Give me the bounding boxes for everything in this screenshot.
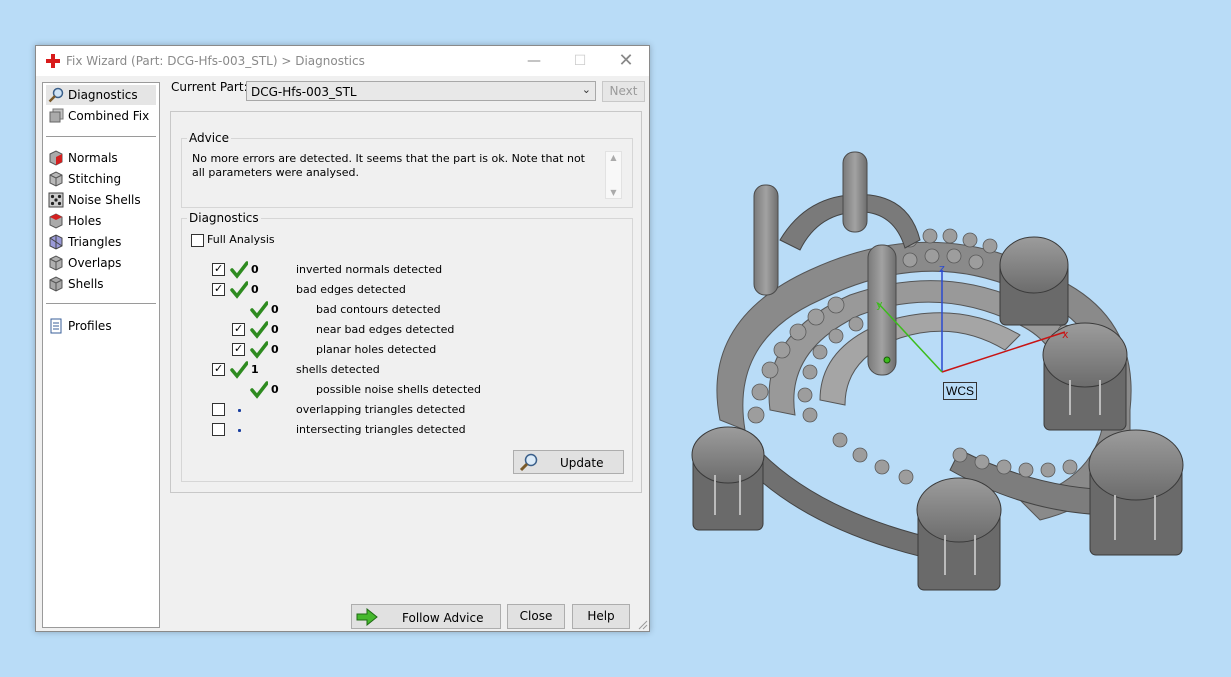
diag-label: bad edges detected — [296, 283, 406, 296]
diag-label: possible noise shells detected — [316, 383, 482, 396]
magnifier-icon — [48, 87, 64, 103]
wizard-nav: Diagnostics Combined Fix Normals Stitchi… — [42, 82, 160, 628]
diag-label: near bad edges detected — [316, 323, 455, 336]
cube-icon — [48, 255, 64, 271]
minimize-button[interactable]: — — [511, 46, 557, 76]
axis-z-label: z — [939, 262, 945, 275]
current-part-label: Current Part: — [171, 80, 248, 94]
nav-item-stitching[interactable]: Stitching — [46, 169, 156, 189]
next-button[interactable]: Next — [602, 81, 645, 102]
close-button[interactable]: Close — [507, 604, 565, 629]
document-icon — [48, 318, 64, 334]
update-label: Update — [560, 456, 604, 470]
current-part-select[interactable]: DCG-Hfs-003_STL ⌄ — [246, 81, 596, 101]
current-part-value: DCG-Hfs-003_STL — [251, 85, 357, 99]
nav-item-combined-fix[interactable]: Combined Fix — [46, 106, 156, 126]
viewport-3d[interactable]: z x y WCS — [660, 110, 1220, 600]
diag-count: 0 — [251, 263, 259, 276]
resize-grip-icon[interactable] — [638, 620, 648, 630]
maximize-button[interactable]: ☐ — [557, 46, 603, 76]
diag-count: 0 — [271, 303, 279, 316]
dice-icon — [48, 192, 64, 208]
nav-item-profiles[interactable]: Profiles — [46, 316, 156, 336]
advice-text: No more errors are detected. It seems th… — [192, 152, 585, 179]
axis-x-label: x — [1062, 328, 1069, 341]
advice-scrollbar[interactable]: ▲ ▼ — [605, 151, 622, 199]
nav-item-overlaps[interactable]: Overlaps — [46, 253, 156, 273]
green-check-icon — [230, 261, 248, 279]
cube-icon — [48, 171, 64, 187]
nav-item-triangles[interactable]: Triangles — [46, 232, 156, 252]
diag-label: inverted normals detected — [296, 263, 443, 276]
full-analysis-checkbox[interactable] — [191, 234, 204, 247]
diag-checkbox[interactable]: ✓ — [232, 322, 245, 336]
red-cross-app-icon — [46, 54, 60, 68]
nav-item-noise-shells[interactable]: Noise Shells — [46, 190, 156, 210]
diag-checkbox[interactable]: ✓ — [212, 262, 225, 276]
nav-separator — [46, 303, 156, 304]
pending-dot-icon — [238, 409, 241, 412]
nav-item-shells[interactable]: Shells — [46, 274, 156, 294]
diag-count: 0 — [271, 343, 279, 356]
green-arrow-icon — [356, 608, 378, 626]
green-check-icon — [250, 381, 268, 399]
pending-dot-icon — [238, 429, 241, 432]
diag-label: planar holes detected — [316, 343, 437, 356]
wcs-label: WCS — [943, 382, 977, 400]
diag-checkbox[interactable] — [212, 423, 225, 436]
close-window-button[interactable]: ✕ — [603, 46, 649, 76]
scroll-up-icon[interactable]: ▲ — [606, 153, 621, 162]
diag-label: shells detected — [296, 363, 380, 376]
part-model-render — [691, 151, 1184, 591]
axis-y-label: y — [876, 298, 883, 311]
diag-checkbox[interactable]: ✓ — [212, 362, 225, 376]
green-check-icon — [250, 321, 268, 339]
follow-advice-button[interactable]: Follow Advice — [351, 604, 501, 629]
diag-count: 0 — [271, 383, 279, 396]
nav-item-normals[interactable]: Normals — [46, 148, 156, 168]
diag-count: 0 — [271, 323, 279, 336]
diag-count: 0 — [251, 283, 259, 296]
diag-count: 1 — [251, 363, 259, 376]
diag-checkbox[interactable] — [212, 403, 225, 416]
nav-item-diagnostics[interactable]: Diagnostics — [46, 85, 156, 105]
cube-red-face-icon — [48, 213, 64, 229]
help-button[interactable]: Help — [572, 604, 630, 629]
diag-label: intersecting triangles detected — [296, 423, 466, 436]
scroll-down-icon[interactable]: ▼ — [606, 188, 621, 197]
diag-checkbox[interactable]: ✓ — [232, 342, 245, 356]
diag-label: overlapping triangles detected — [296, 403, 466, 416]
cube-purple-icon — [48, 234, 64, 250]
nav-item-holes[interactable]: Holes — [46, 211, 156, 231]
diag-checkbox[interactable]: ✓ — [212, 282, 225, 296]
diagnostics-group: Diagnostics Full Analysis ✓ 0 inverted n… — [181, 211, 633, 482]
diagnostics-heading: Diagnostics — [187, 211, 261, 225]
full-analysis-label: Full Analysis — [207, 233, 275, 246]
green-check-icon — [230, 361, 248, 379]
chevron-down-icon: ⌄ — [581, 83, 591, 96]
fix-wizard-window: Fix Wizard (Part: DCG-Hfs-003_STL) > Dia… — [35, 45, 650, 632]
follow-advice-label: Follow Advice — [402, 611, 484, 625]
green-check-icon — [250, 341, 268, 359]
green-check-icon — [230, 281, 248, 299]
advice-heading: Advice — [187, 131, 232, 145]
advice-group: Advice No more errors are detected. It s… — [181, 131, 633, 208]
title-bar[interactable]: Fix Wizard (Part: DCG-Hfs-003_STL) > Dia… — [36, 46, 649, 76]
nav-separator — [46, 136, 156, 137]
update-button[interactable]: Update — [513, 450, 624, 474]
cube-icon — [48, 276, 64, 292]
diag-label: bad contours detected — [316, 303, 441, 316]
stacked-cubes-icon — [48, 108, 64, 124]
green-check-icon — [250, 301, 268, 319]
magnifier-icon — [519, 453, 538, 472]
window-title: Fix Wizard (Part: DCG-Hfs-003_STL) > Dia… — [66, 54, 365, 68]
cube-red-face-icon — [48, 150, 64, 166]
diagnostics-panel: Advice No more errors are detected. It s… — [170, 111, 642, 493]
